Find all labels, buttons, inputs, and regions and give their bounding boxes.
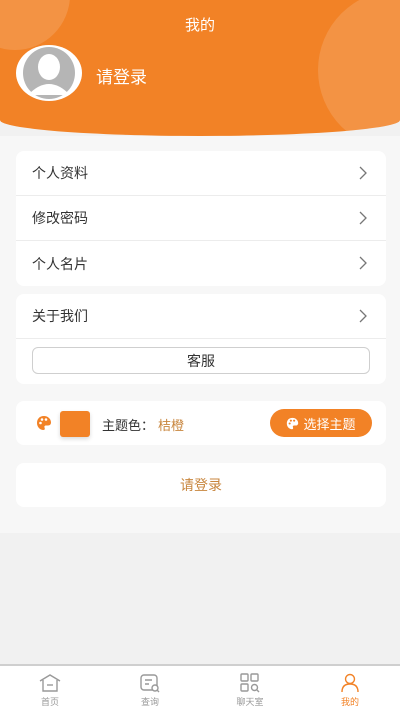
tab-label: 首页 xyxy=(40,698,59,708)
chevron-right-icon xyxy=(359,211,367,225)
tab-mine[interactable]: 我的 xyxy=(300,666,400,713)
tab-search[interactable]: 查询 xyxy=(100,666,200,713)
home-icon xyxy=(39,674,61,692)
theme-color-swatch[interactable] xyxy=(60,411,90,437)
tab-label: 查询 xyxy=(140,698,159,708)
customer-service-button[interactable]: 客服 xyxy=(32,347,370,374)
chevron-right-icon xyxy=(359,256,367,270)
theme-card: 主题色： 桔橙 选择主题 xyxy=(16,401,386,445)
user-icon xyxy=(341,673,359,693)
login-prompt[interactable]: 请登录 xyxy=(96,63,147,88)
tab-home[interactable]: 首页 xyxy=(0,666,100,713)
tab-label: 我的 xyxy=(340,698,359,708)
chevron-right-icon xyxy=(359,166,367,180)
search-doc-icon xyxy=(140,674,160,693)
about-card: 关于我们 客服 xyxy=(16,294,386,384)
choose-theme-button[interactable]: 选择主题 xyxy=(270,409,372,437)
tab-chatroom[interactable]: 聊天室 xyxy=(200,666,300,713)
theme-label: 主题色： xyxy=(102,419,155,434)
avatar[interactable] xyxy=(16,45,82,101)
choose-theme-label: 选择主题 xyxy=(303,417,356,433)
chatroom-icon xyxy=(240,673,260,693)
profile-header: 我的 请登录 xyxy=(0,0,400,136)
menu-item-label: 关于我们 xyxy=(32,309,88,325)
menu-item-label: 修改密码 xyxy=(32,211,88,227)
menu-item-change-password[interactable]: 修改密码 xyxy=(16,196,386,241)
account-menu-card: 个人资料 修改密码 个人名片 xyxy=(16,151,386,286)
palette-icon xyxy=(37,416,51,430)
theme-value: 桔橙 xyxy=(158,419,185,434)
menu-item-business-card[interactable]: 个人名片 xyxy=(16,241,386,286)
chevron-right-icon xyxy=(359,309,367,323)
menu-item-profile[interactable]: 个人资料 xyxy=(16,151,386,196)
bottom-tab-bar: 首页 查询 聊天室 我的 xyxy=(0,664,400,713)
palette-icon xyxy=(287,417,299,429)
menu-item-about-us[interactable]: 关于我们 xyxy=(16,294,386,339)
login-button[interactable]: 请登录 xyxy=(16,463,386,507)
menu-item-label: 个人资料 xyxy=(32,166,88,182)
tab-label: 聊天室 xyxy=(236,698,264,708)
page-title: 我的 xyxy=(184,16,215,34)
menu-item-label: 个人名片 xyxy=(32,256,88,273)
